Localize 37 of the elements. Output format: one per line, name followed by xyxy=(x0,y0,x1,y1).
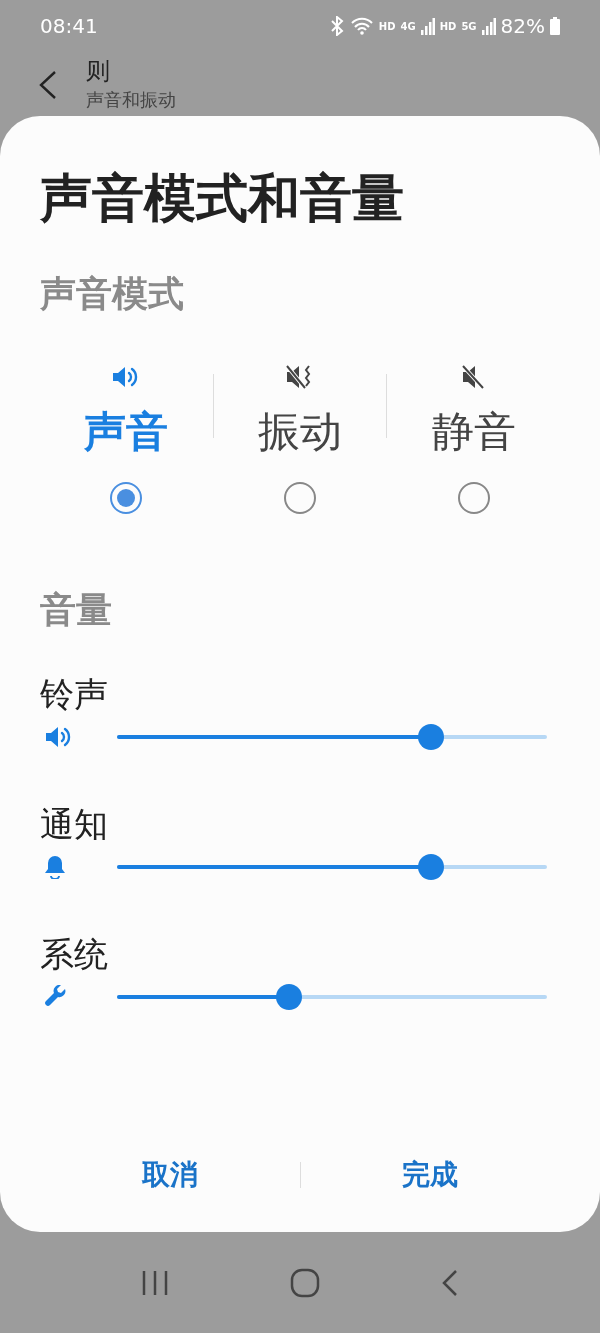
network-label: 5G xyxy=(461,19,477,34)
home-icon[interactable] xyxy=(290,1267,320,1298)
dialog-title: 声音模式和音量 xyxy=(40,167,405,230)
back-nav-icon[interactable] xyxy=(441,1268,460,1297)
wrench-icon xyxy=(44,985,68,1009)
volume-label: 通知 xyxy=(40,803,109,846)
radio-button[interactable] xyxy=(110,482,143,514)
slider-thumb[interactable] xyxy=(417,854,444,880)
mode-label[interactable]: 声音 xyxy=(84,402,169,462)
network-label: HD xyxy=(378,19,396,34)
section-heading: 声音模式 xyxy=(40,272,185,316)
dialog-button[interactable]: 取消 xyxy=(135,1154,204,1196)
signal-icon xyxy=(420,17,435,35)
mode-label[interactable]: 静音 xyxy=(431,402,516,462)
network-label: 4G xyxy=(400,19,416,34)
volume-label: 铃声 xyxy=(40,673,109,716)
mode-label[interactable]: 振动 xyxy=(258,402,342,462)
slider-thumb[interactable] xyxy=(417,724,444,750)
page-title: 则 xyxy=(86,56,111,87)
radio-button[interactable] xyxy=(457,482,490,514)
section-heading: 音量 xyxy=(40,588,113,632)
recent-apps-icon[interactable] xyxy=(140,1269,169,1296)
volume-label: 系统 xyxy=(40,933,109,976)
bluetooth-icon xyxy=(328,16,345,36)
dialog-button[interactable]: 完成 xyxy=(396,1154,465,1196)
wifi-icon xyxy=(349,17,374,35)
battery-icon xyxy=(550,17,560,35)
back-icon[interactable] xyxy=(38,70,58,100)
status-time: 08:41 xyxy=(40,13,98,40)
speaker-muted-icon xyxy=(460,364,487,390)
battery-percent: 82% xyxy=(500,13,545,40)
network-label: HD xyxy=(439,19,457,34)
slider-thumb[interactable] xyxy=(276,984,302,1010)
bell-icon xyxy=(44,855,66,879)
page-subtitle: 声音和振动 xyxy=(86,88,176,112)
signal-icon xyxy=(481,17,496,35)
radio-button[interactable] xyxy=(284,482,316,514)
